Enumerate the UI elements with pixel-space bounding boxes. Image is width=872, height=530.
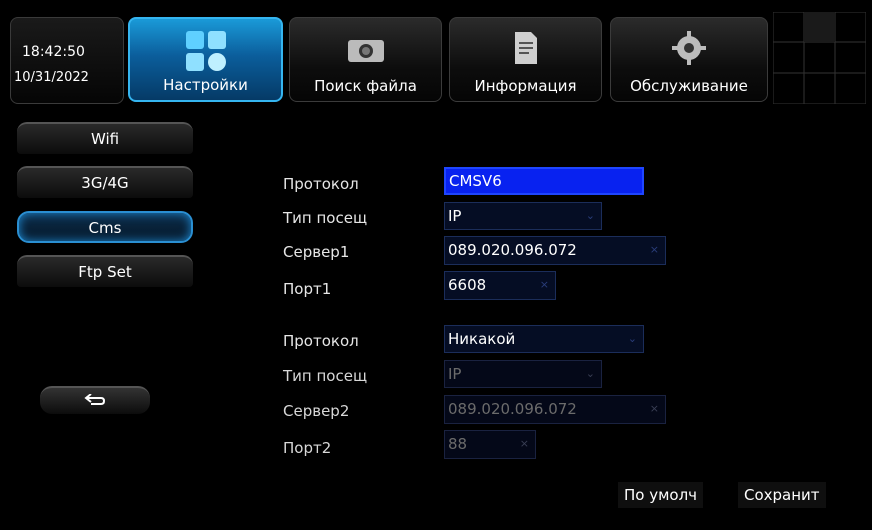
clear-icon: × [519,437,529,450]
chevron-down-icon: ⌄ [585,209,595,222]
port1-value: 6608 [448,276,487,294]
protocol2-value: Никакой [448,330,516,348]
protocol2-select[interactable]: Никакой ⌄ [444,325,644,353]
tab-info[interactable]: Информация [449,17,602,102]
clear-icon: × [539,278,549,291]
clock-date: 10/31/2022 [14,70,89,85]
protocol1-select[interactable]: CMSV6 [444,167,644,195]
save-button[interactable]: Сохранит [738,482,826,508]
access-type2-label: Тип посещ [283,367,368,385]
clock-panel [10,17,124,104]
tab-info-label: Информация [474,77,577,95]
access-type2-value: IP [448,365,462,383]
server2-value: 089.020.096.072 [448,400,577,418]
port2-value: 88 [448,435,468,453]
tab-settings-label: Настройки [163,76,248,94]
port1-input[interactable]: 6608 × [444,271,556,300]
tab-settings[interactable]: Настройки [128,17,283,102]
clear-icon: × [649,402,659,415]
protocol1-label: Протокол [283,175,359,193]
server1-label: Сервер1 [283,243,350,261]
chevron-down-icon: ⌄ [627,332,637,345]
document-icon [514,32,537,64]
camera-search-icon [347,40,384,62]
protocol1-value: CMSV6 [449,172,502,190]
decorative-grid [773,12,866,104]
access-type2-select[interactable]: IP ⌄ [444,360,602,388]
default-button[interactable]: По умолч [618,482,704,508]
sidebar-item-cms[interactable]: Cms [17,211,193,243]
server2-input[interactable]: 089.020.096.072 × [444,395,666,424]
clock-time: 18:42:50 [22,44,85,60]
server1-input[interactable]: 089.020.096.072 × [444,236,666,265]
tab-maintenance[interactable]: Обслуживание [610,17,768,102]
clear-icon: × [649,243,659,256]
back-button[interactable] [40,386,150,414]
access-type1-select[interactable]: IP ⌄ [444,202,602,230]
tab-file-search[interactable]: Поиск файла [289,17,442,102]
protocol2-label: Протокол [283,332,359,350]
tab-file-search-label: Поиск файла [314,77,417,95]
sidebar-item-3g4g[interactable]: 3G/4G [17,166,193,198]
gear-icon [672,31,706,65]
access-type1-value: IP [448,207,462,225]
port2-input[interactable]: 88 × [444,430,536,459]
port1-label: Порт1 [283,280,332,298]
tab-maintenance-label: Обслуживание [630,77,748,95]
server2-label: Сервер2 [283,402,350,420]
sidebar-item-ftp[interactable]: Ftp Set [17,255,193,287]
access-type1-label: Тип посещ [283,209,368,227]
chevron-down-icon: ⌄ [585,367,595,380]
settings-grid-icon [185,31,226,71]
back-arrow-icon [84,392,106,405]
server1-value: 089.020.096.072 [448,241,577,259]
sidebar-item-wifi[interactable]: Wifi [17,122,193,154]
port2-label: Порт2 [283,439,332,457]
